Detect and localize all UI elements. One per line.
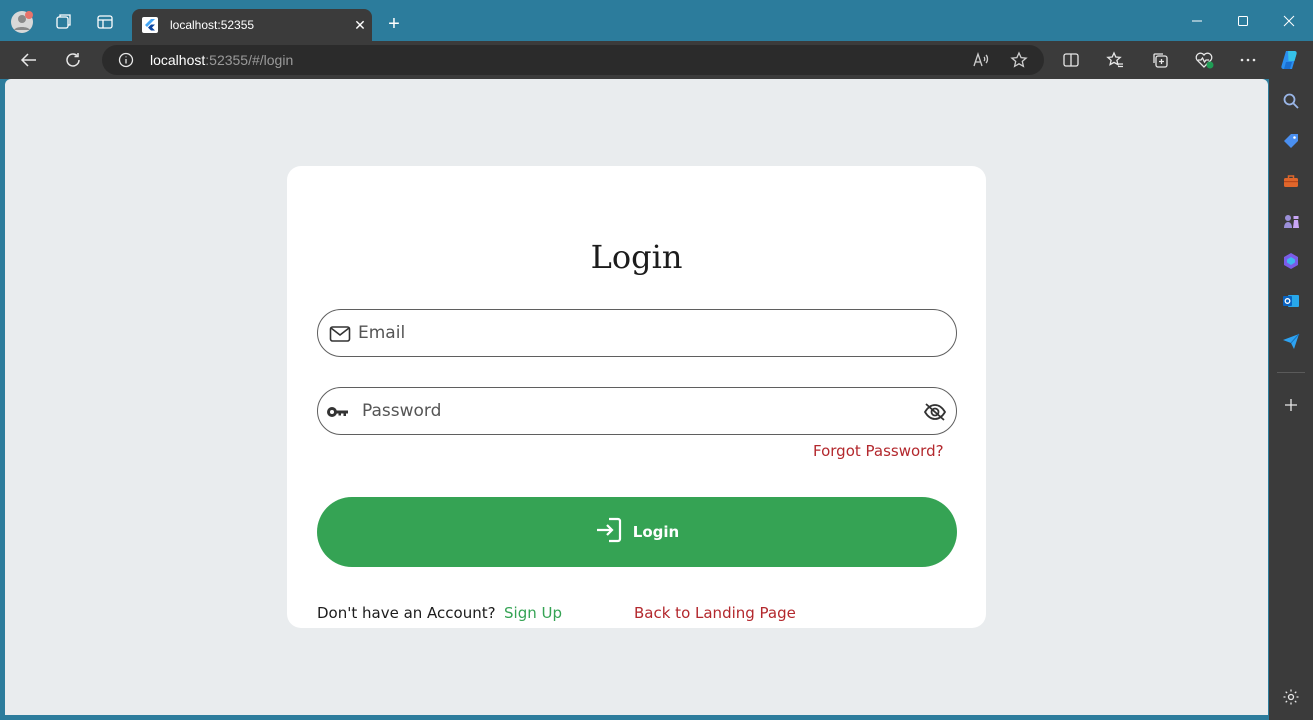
email-field[interactable] <box>317 309 957 357</box>
collections-icon[interactable] <box>1146 46 1174 74</box>
tab-title: localhost:52355 <box>170 18 255 32</box>
flutter-favicon-icon <box>142 17 158 33</box>
login-button[interactable]: Login <box>317 497 957 567</box>
favorites-icon[interactable] <box>1101 46 1129 74</box>
site-info-icon[interactable] <box>118 52 134 68</box>
copilot-sidebar-icon[interactable] <box>1281 251 1301 271</box>
key-icon <box>326 400 350 424</box>
send-icon[interactable] <box>1281 331 1301 351</box>
copilot-icon[interactable] <box>1276 46 1304 74</box>
browser-toolbar: localhost:52355/#/login <box>0 41 1313 79</box>
workspaces-icon[interactable] <box>51 10 75 34</box>
mail-icon <box>328 322 352 346</box>
sign-up-link[interactable]: Sign Up <box>504 604 562 622</box>
password-input[interactable] <box>362 388 922 434</box>
tab-close-icon[interactable]: ✕ <box>348 17 372 34</box>
more-options-icon[interactable] <box>1234 46 1262 74</box>
shopping-tag-icon[interactable] <box>1281 131 1301 151</box>
tab-actions-icon[interactable] <box>93 10 117 34</box>
favorite-star-icon[interactable] <box>1007 48 1031 72</box>
tools-briefcase-icon[interactable] <box>1281 171 1301 191</box>
login-button-label: Login <box>632 523 680 541</box>
active-tab[interactable]: localhost:52355 ✕ <box>132 9 372 41</box>
no-account-text: Don't have an Account? <box>317 604 496 622</box>
back-to-landing-link[interactable]: Back to Landing Page <box>634 604 796 622</box>
close-window-icon[interactable] <box>1266 8 1312 34</box>
browser-essentials-icon[interactable] <box>1190 46 1218 74</box>
toggle-visibility-icon[interactable] <box>922 399 948 425</box>
address-bar[interactable]: localhost:52355/#/login <box>102 45 1044 75</box>
refresh-icon[interactable] <box>59 46 87 74</box>
search-icon[interactable] <box>1281 91 1301 111</box>
sidebar-settings-icon[interactable] <box>1281 687 1301 707</box>
web-page: Login Forgot Password? Login Don't have … <box>5 79 1268 715</box>
read-aloud-icon[interactable] <box>968 48 992 72</box>
forgot-password-link[interactable]: Forgot Password? <box>813 442 944 460</box>
edge-sidebar <box>1269 79 1313 720</box>
new-tab-icon[interactable]: + <box>382 12 406 36</box>
minimize-icon[interactable] <box>1174 8 1220 34</box>
maximize-icon[interactable] <box>1220 8 1266 34</box>
password-field[interactable] <box>317 387 957 435</box>
login-icon <box>595 517 623 548</box>
sidebar-divider <box>1277 372 1305 373</box>
login-title: Login <box>590 238 683 276</box>
login-card: Login Forgot Password? Login Don't have … <box>287 166 986 628</box>
games-icon[interactable] <box>1281 211 1301 231</box>
email-input[interactable] <box>358 310 918 356</box>
url-text: localhost:52355/#/login <box>150 52 294 68</box>
title-bar: localhost:52355 ✕ + <box>0 0 1313 41</box>
split-screen-icon[interactable] <box>1057 46 1085 74</box>
add-sidebar-app-icon[interactable] <box>1281 395 1301 415</box>
profile-avatar-icon[interactable] <box>10 10 34 34</box>
back-icon[interactable] <box>15 46 43 74</box>
outlook-icon[interactable] <box>1281 291 1301 311</box>
